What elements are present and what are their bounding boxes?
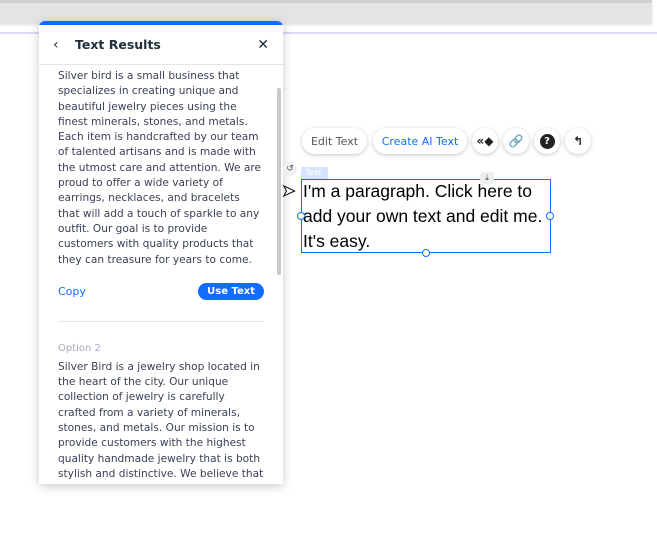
cursor-icon: ➤ <box>281 181 296 201</box>
option-1-text: Silver bird is a small business that spe… <box>58 70 262 266</box>
resize-handle-right[interactable] <box>546 212 554 220</box>
divider <box>58 320 264 322</box>
chevron-left-icon[interactable]: ‹ <box>53 37 75 53</box>
scrollbar[interactable] <box>277 88 281 275</box>
results-list[interactable]: Silver bird is a small business that spe… <box>39 66 283 484</box>
download-icon[interactable]: ⤓ <box>480 172 494 184</box>
top-bar <box>0 0 652 23</box>
option-2-text: Silver Bird is a jewelry shop located in… <box>58 360 264 484</box>
option-2-label: Option 2 <box>58 342 101 354</box>
use-text-button[interactable]: Use Text <box>198 283 264 301</box>
edit-text-button[interactable]: Edit Text <box>302 128 367 154</box>
text-element[interactable]: I'm a paragraph. Click here to add your … <box>301 179 551 253</box>
close-icon[interactable]: ✕ <box>257 37 269 53</box>
paragraph-text[interactable]: I'm a paragraph. Click here to add your … <box>302 179 550 254</box>
copy-link[interactable]: Copy <box>58 285 86 298</box>
help-icon[interactable]: ? <box>534 128 560 154</box>
panel-header: ‹ Text Results ✕ <box>39 25 283 65</box>
rotate-icon[interactable]: ↺ <box>283 162 297 176</box>
element-label: Text <box>301 167 328 179</box>
panel-title: Text Results <box>75 37 161 52</box>
create-ai-text-button[interactable]: Create AI Text <box>373 128 467 154</box>
resize-handle-bottom[interactable] <box>422 249 430 257</box>
link-icon[interactable]: 🔗 <box>503 128 529 154</box>
resize-handle-left[interactable] <box>297 212 305 220</box>
text-results-panel: ‹ Text Results ✕ Silver bird is a small … <box>39 21 283 484</box>
animation-icon[interactable]: «◆ <box>472 128 498 154</box>
connect-icon[interactable]: ↰ <box>565 128 591 154</box>
